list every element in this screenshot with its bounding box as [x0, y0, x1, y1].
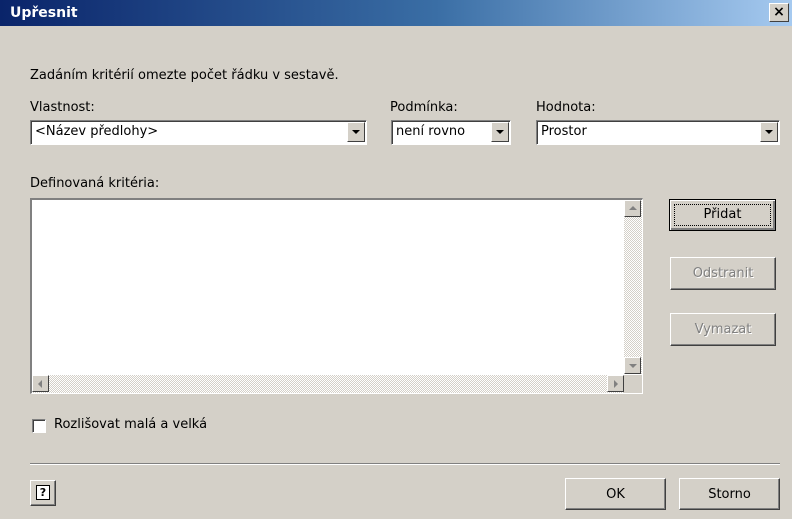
condition-select-value: není rovno	[396, 124, 466, 139]
close-icon: ×	[773, 4, 785, 20]
scroll-right-icon	[614, 380, 618, 388]
scroll-down-icon	[629, 364, 637, 368]
horizontal-scrollbar[interactable]	[32, 375, 624, 393]
vertical-scrollbar[interactable]	[624, 200, 642, 374]
value-select[interactable]: Prostor	[536, 120, 780, 145]
add-button-label: Přidat	[703, 207, 742, 222]
criteria-label: Definovaná kritéria:	[30, 176, 160, 191]
window-title: Upřesnit	[10, 5, 78, 21]
scroll-up-icon	[629, 206, 637, 210]
property-dropdown-button[interactable]	[347, 122, 365, 142]
value-label: Hodnota:	[536, 100, 596, 115]
value-select-value: Prostor	[541, 124, 587, 139]
value-dropdown-button[interactable]	[760, 122, 778, 142]
help-button[interactable]: ?	[30, 480, 56, 506]
close-button[interactable]: ×	[769, 3, 789, 22]
match-case-checkbox[interactable]	[32, 419, 46, 433]
ok-button-label: OK	[606, 487, 625, 502]
condition-label: Podmínka:	[390, 100, 458, 115]
scrollbar-corner	[624, 375, 642, 393]
scroll-left-button[interactable]	[32, 375, 49, 392]
ok-button[interactable]: OK	[565, 478, 666, 510]
separator	[30, 463, 780, 465]
dropdown-arrow-icon	[352, 130, 360, 134]
scroll-down-button[interactable]	[624, 357, 641, 374]
property-label: Vlastnost:	[30, 100, 95, 115]
clear-button-label: Vymazat	[694, 322, 752, 337]
property-select[interactable]: <Název předlohy>	[30, 120, 367, 145]
add-button[interactable]: Přidat	[669, 199, 776, 231]
dropdown-arrow-icon	[496, 130, 504, 134]
match-case-label: Rozlišovat malá a velká	[54, 417, 208, 432]
help-icon: ?	[36, 485, 50, 500]
clear-button[interactable]: Vymazat	[670, 313, 776, 346]
scroll-left-icon	[38, 380, 42, 388]
intro-text: Zadáním kritérií omezte počet řádku v se…	[30, 68, 339, 83]
scroll-up-button[interactable]	[624, 200, 641, 217]
condition-dropdown-button[interactable]	[491, 122, 509, 142]
remove-button[interactable]: Odstranit	[670, 257, 776, 290]
scroll-right-button[interactable]	[607, 375, 624, 392]
cancel-button[interactable]: Storno	[679, 478, 780, 510]
criteria-list[interactable]	[30, 198, 643, 394]
dropdown-arrow-icon	[765, 130, 773, 134]
condition-select[interactable]: není rovno	[391, 120, 511, 145]
remove-button-label: Odstranit	[692, 266, 754, 281]
property-select-value: <Název předlohy>	[35, 124, 159, 139]
cancel-button-label: Storno	[708, 487, 751, 502]
title-bar: Upřesnit ×	[0, 0, 792, 26]
